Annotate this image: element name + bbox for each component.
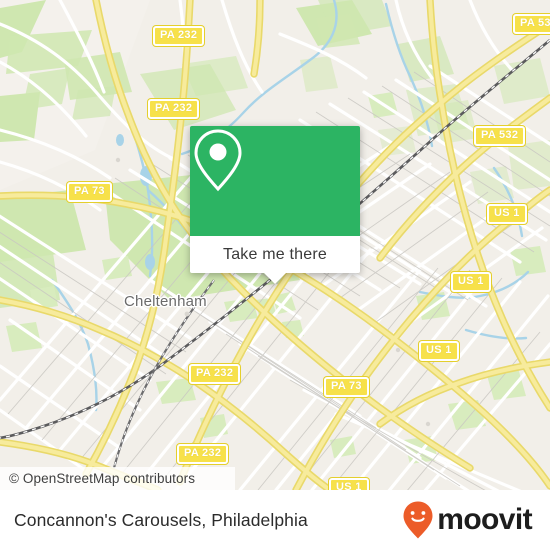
footer-bar: Concannon's Carousels, Philadelphia moov…: [0, 490, 550, 550]
road-shield-label: PA 232: [196, 367, 234, 379]
road-shield-label: PA 53: [520, 17, 550, 29]
road-shield-label: PA 232: [160, 29, 198, 41]
take-me-there-button[interactable]: Take me there: [190, 236, 360, 273]
moovit-map-screenshot: Cheltenham PA 232 PA 53 PA 232 PA 532 PA…: [0, 0, 550, 550]
location-caption: Concannon's Carousels, Philadelphia: [14, 509, 308, 530]
road-shield[interactable]: PA 73: [67, 182, 112, 202]
road-shield[interactable]: PA 73: [324, 377, 369, 397]
road-shield-label: PA 232: [155, 102, 193, 114]
moovit-logo[interactable]: moovit: [402, 500, 533, 540]
road-shield-label: US 1: [458, 275, 484, 287]
moovit-pin-icon: [403, 501, 433, 539]
road-shield[interactable]: PA 532: [474, 126, 526, 146]
map-attribution-text: © OpenStreetMap contributors: [9, 471, 196, 486]
road-shield-label: PA 73: [74, 185, 105, 197]
road-shield-label: US 1: [336, 481, 362, 490]
map-canvas[interactable]: Cheltenham PA 232 PA 53 PA 232 PA 532 PA…: [0, 0, 550, 490]
road-shield[interactable]: PA 232: [148, 99, 200, 119]
road-shield[interactable]: US 1: [451, 272, 491, 292]
moovit-wordmark: moovit: [437, 503, 532, 536]
map-attribution[interactable]: © OpenStreetMap contributors: [0, 467, 235, 490]
road-shield[interactable]: PA 232: [189, 364, 241, 384]
take-me-there-label: Take me there: [223, 245, 327, 263]
road-shield[interactable]: PA 232: [153, 26, 205, 46]
road-shield[interactable]: US 1: [329, 478, 369, 490]
road-shield-label: US 1: [494, 207, 520, 219]
popup-pointer: [264, 273, 286, 284]
road-shield[interactable]: US 1: [487, 204, 527, 224]
place-label-cheltenham: Cheltenham: [124, 293, 207, 310]
road-shield-label: US 1: [426, 344, 452, 356]
road-shield-label: PA 232: [184, 447, 222, 459]
map-pin-icon: [194, 129, 242, 192]
road-shield[interactable]: PA 232: [177, 444, 229, 464]
road-shield-label: PA 532: [481, 129, 519, 141]
popup-icon-area: [190, 126, 360, 236]
location-popup-card[interactable]: Take me there: [190, 126, 360, 284]
road-shield[interactable]: PA 53: [513, 14, 550, 34]
road-shield[interactable]: US 1: [419, 341, 459, 361]
road-shield-label: PA 73: [331, 380, 362, 392]
